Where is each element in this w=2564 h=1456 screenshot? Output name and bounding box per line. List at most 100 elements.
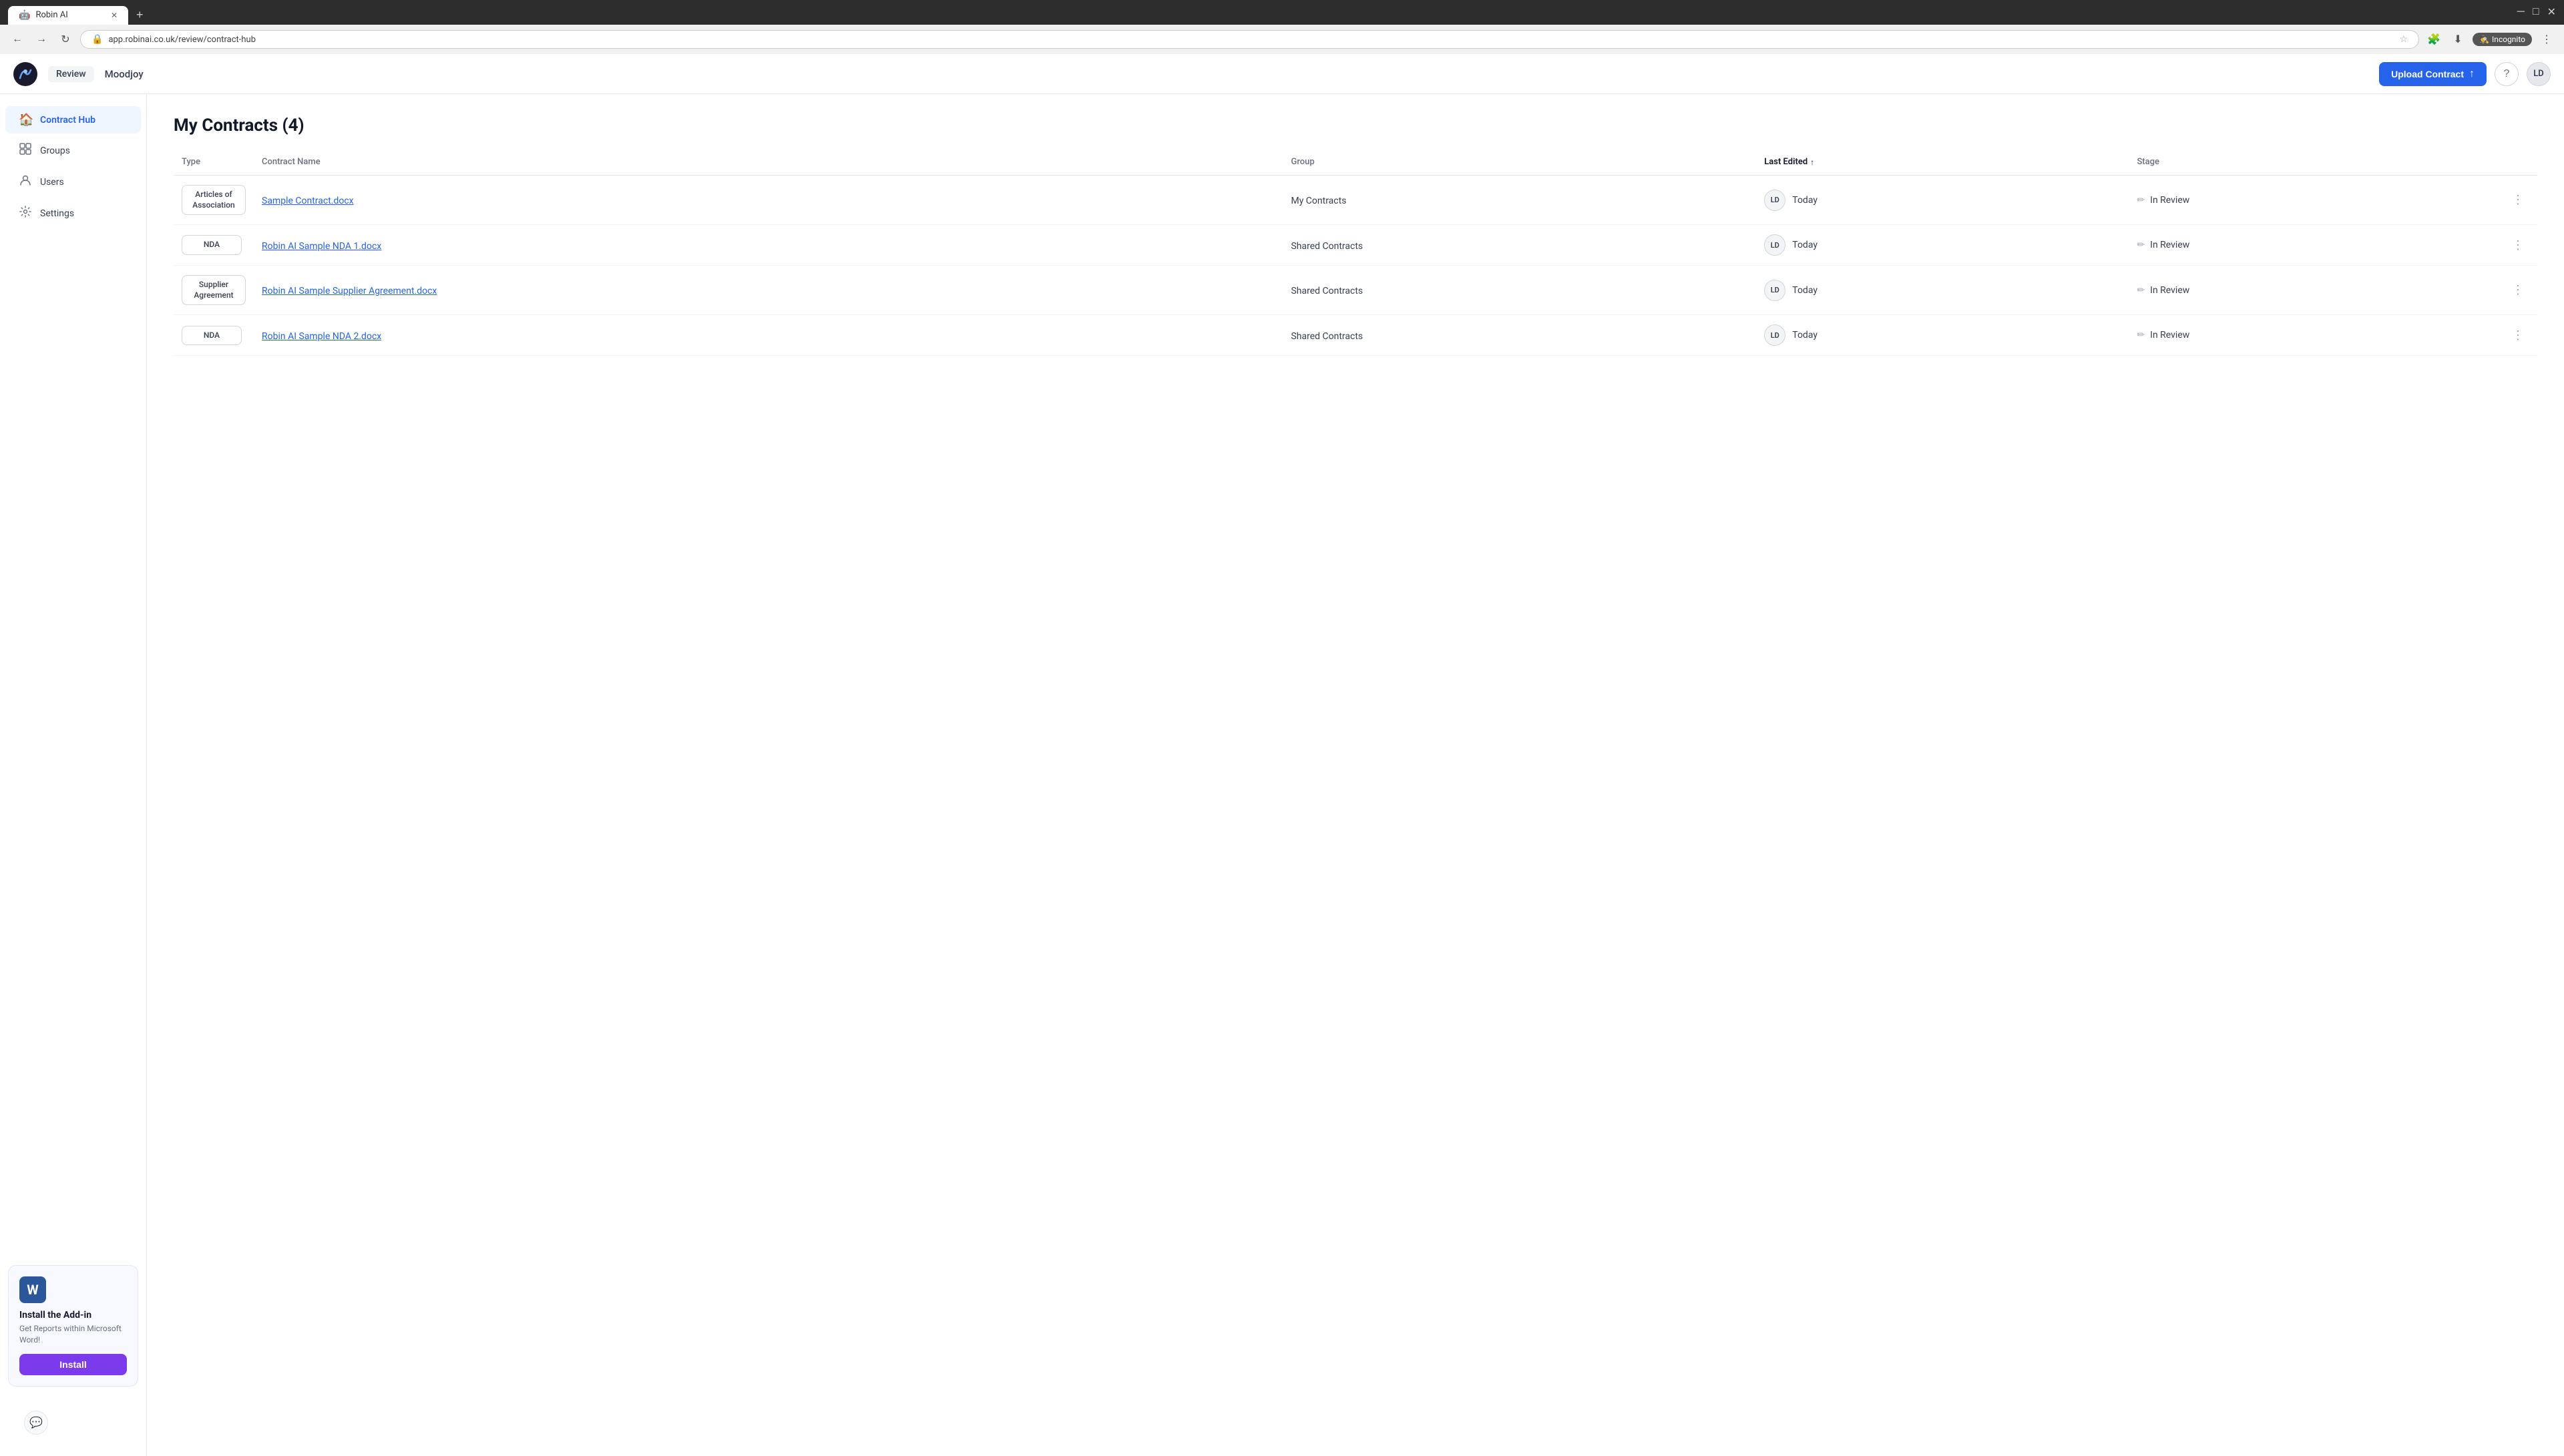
feedback-button[interactable]: 💬: [24, 1411, 48, 1435]
edited-date: Today: [1792, 285, 1818, 296]
browser-tab[interactable]: 🤖 Robin AI ✕: [8, 6, 128, 25]
contract-name-cell: Sample Contract.docx: [254, 176, 1283, 225]
extensions-button[interactable]: 🧩: [2424, 30, 2443, 49]
stage-text: In Review: [2150, 285, 2189, 296]
type-badge: NDA: [182, 326, 242, 346]
close-button[interactable]: ✕: [2547, 5, 2556, 19]
user-avatar[interactable]: LD: [2527, 62, 2551, 86]
more-options-button[interactable]: ⋮: [2507, 236, 2529, 255]
group-text: Shared Contracts: [1291, 241, 1363, 252]
bookmark-icon[interactable]: ☆: [2400, 34, 2408, 45]
table-row: Supplier Agreement Robin AI Sample Suppl…: [174, 266, 2537, 315]
group-cell: Shared Contracts: [1283, 315, 1756, 356]
upload-contract-button[interactable]: Upload Contract ↑: [2379, 62, 2487, 86]
edited-date: Today: [1792, 240, 1818, 250]
group-cell: Shared Contracts: [1283, 225, 1756, 266]
stage-text: In Review: [2150, 240, 2189, 250]
tab-close-btn[interactable]: ✕: [111, 11, 118, 20]
groups-icon: [19, 143, 32, 158]
type-badge: Supplier Agreement: [182, 275, 246, 305]
reload-button[interactable]: ↻: [56, 30, 75, 49]
edit-icon: ✏: [2137, 195, 2145, 206]
incognito-badge: 🕵 Incognito: [2473, 33, 2532, 46]
sort-icon: ↑: [1810, 158, 1814, 167]
contract-link[interactable]: Robin AI Sample Supplier Agreement.docx: [262, 286, 437, 296]
sidebar-item-contract-hub[interactable]: 🏠 Contract Hub: [5, 106, 141, 134]
type-cell: NDA: [174, 225, 254, 266]
sidebar-item-settings[interactable]: Settings: [5, 199, 141, 228]
sidebar-item-users[interactable]: Users: [5, 168, 141, 196]
col-contract-name: Contract Name: [254, 152, 1283, 176]
home-icon: 🏠: [19, 113, 32, 127]
avatar: LD: [1764, 324, 1785, 346]
type-cell: NDA: [174, 315, 254, 356]
last-edited-cell: LD Today: [1756, 315, 2129, 356]
type-cell: Supplier Agreement: [174, 266, 254, 315]
help-button[interactable]: ?: [2495, 62, 2519, 86]
users-icon: [19, 174, 32, 190]
contract-link[interactable]: Sample Contract.docx: [262, 196, 354, 206]
type-badge: NDA: [182, 235, 242, 255]
avatar: LD: [1764, 234, 1785, 256]
tab-favicon: 🤖: [19, 10, 30, 21]
forward-button[interactable]: →: [32, 30, 51, 49]
install-button[interactable]: Install: [19, 1354, 127, 1375]
menu-button[interactable]: ⋮: [2537, 30, 2556, 49]
addin-title: Install the Add-in: [19, 1310, 127, 1320]
last-edited-cell: LD Today: [1756, 176, 2129, 225]
tab-title: Robin AI: [35, 10, 67, 20]
stage-text: In Review: [2150, 330, 2189, 340]
header-right: Upload Contract ↑ ? LD: [2379, 62, 2551, 86]
col-stage: Stage: [2129, 152, 2499, 176]
type-cell: Articles of Association: [174, 176, 254, 225]
last-edited-cell: LD Today: [1756, 225, 2129, 266]
table-row: NDA Robin AI Sample NDA 2.docx Shared Co…: [174, 315, 2537, 356]
more-cell: ⋮: [2499, 225, 2537, 266]
address-bar[interactable]: 🔒 app.robinai.co.uk/review/contract-hub …: [80, 30, 2419, 49]
avatar: LD: [1764, 190, 1785, 211]
back-button[interactable]: ←: [8, 30, 27, 49]
contract-link[interactable]: Robin AI Sample NDA 2.docx: [262, 331, 381, 342]
edit-icon: ✏: [2137, 330, 2145, 340]
app-logo: [13, 62, 37, 86]
sidebar-label-groups: Groups: [40, 146, 70, 156]
type-badge: Articles of Association: [182, 185, 246, 215]
more-options-button[interactable]: ⋮: [2507, 190, 2529, 210]
stage-cell: ✏ In Review: [2129, 266, 2499, 315]
edited-date: Today: [1792, 330, 1818, 340]
maximize-button[interactable]: □: [2533, 5, 2539, 19]
contract-name-cell: Robin AI Sample NDA 2.docx: [254, 315, 1283, 356]
page-title: My Contracts (4): [174, 115, 2537, 136]
edit-icon: ✏: [2137, 240, 2145, 250]
col-group: Group: [1283, 152, 1756, 176]
table-row: NDA Robin AI Sample NDA 1.docx Shared Co…: [174, 225, 2537, 266]
upload-icon: ↑: [2469, 68, 2475, 80]
address-text: app.robinai.co.uk/review/contract-hub: [108, 35, 2394, 45]
stage-text: In Review: [2150, 195, 2189, 206]
app-header: Review Moodjoy Upload Contract ↑ ? LD: [0, 54, 2564, 94]
new-tab-button[interactable]: +: [131, 5, 149, 25]
stage-cell: ✏ In Review: [2129, 315, 2499, 356]
sidebar-label-contract-hub: Contract Hub: [40, 115, 95, 126]
col-last-edited[interactable]: Last Edited ↑: [1756, 152, 2129, 176]
avatar: LD: [1764, 280, 1785, 301]
contract-name-cell: Robin AI Sample NDA 1.docx: [254, 225, 1283, 266]
sidebar-item-groups[interactable]: Groups: [5, 136, 141, 165]
main-content: My Contracts (4) Type Contract Name Grou…: [147, 94, 2564, 1456]
last-edited-cell: LD Today: [1756, 266, 2129, 315]
more-options-button[interactable]: ⋮: [2507, 326, 2529, 345]
sidebar-label-users: Users: [40, 177, 64, 188]
minimize-button[interactable]: ─: [2517, 5, 2525, 19]
edit-icon: ✏: [2137, 285, 2145, 296]
download-button[interactable]: ⬇: [2448, 30, 2467, 49]
word-icon: W: [19, 1276, 46, 1303]
stage-cell: ✏ In Review: [2129, 176, 2499, 225]
addin-description: Get Reports within Microsoft Word!: [19, 1323, 127, 1346]
contract-link[interactable]: Robin AI Sample NDA 1.docx: [262, 241, 381, 252]
more-options-button[interactable]: ⋮: [2507, 280, 2529, 300]
settings-icon: [19, 206, 32, 221]
col-actions: [2499, 152, 2537, 176]
contract-name-cell: Robin AI Sample Supplier Agreement.docx: [254, 266, 1283, 315]
table-row: Articles of Association Sample Contract.…: [174, 176, 2537, 225]
feedback-icon: 💬: [29, 1416, 43, 1429]
